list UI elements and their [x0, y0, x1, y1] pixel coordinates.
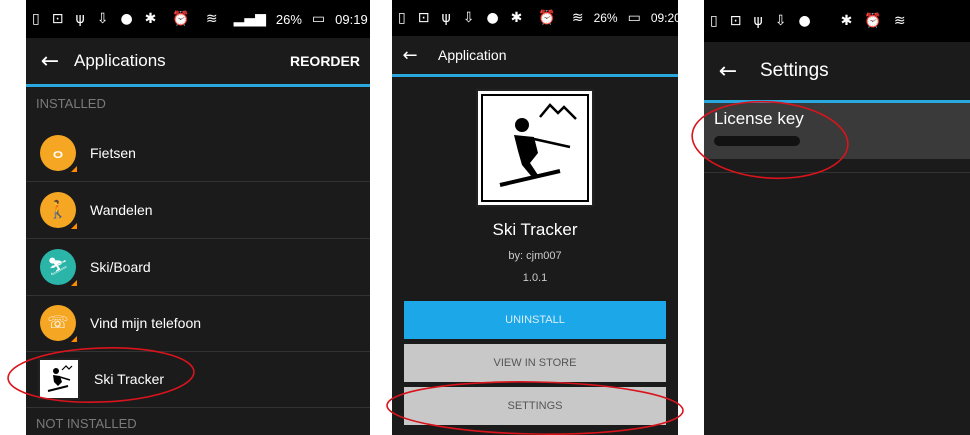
app-name: Ski Tracker [492, 220, 578, 239]
android-icon: ● [798, 13, 811, 29]
page-title: Applications [74, 51, 166, 70]
list-item-ski-tracker[interactable]: Ski Tracker [26, 351, 370, 408]
back-arrow-icon[interactable]: ← [26, 49, 74, 74]
row-divider [704, 172, 970, 173]
notification-icon: ▯ [32, 11, 40, 27]
battery-percent: 26% [593, 11, 618, 25]
app-label: Ski/Board [90, 259, 151, 275]
bluetooth-icon: ✱ [840, 13, 853, 29]
bluetooth-icon: ✱ [510, 10, 523, 26]
view-in-store-button[interactable]: VIEW IN STORE [404, 344, 666, 382]
toolbar-divider [26, 84, 370, 87]
back-arrow-icon[interactable]: ← [392, 45, 428, 66]
toolbar: ← Application [392, 36, 678, 74]
usb-icon: ψ [441, 10, 451, 26]
list-item-vind-mijn-telefoon[interactable]: ☏ Vind mijn telefoon [26, 295, 370, 352]
code-icon: ⊡ [729, 13, 742, 29]
alarm-icon: ⏰ [538, 10, 556, 26]
wifi-icon: ≋ [571, 10, 584, 26]
app-author: by: cjm007 [508, 250, 562, 262]
signal-icon: ▂▄▆ [233, 11, 266, 27]
wifi-icon: ≋ [893, 13, 906, 29]
toolbar: ← Settings [704, 42, 970, 100]
phone-application-detail: ▯ ⊡ ψ ⇩ ● ✱ ⏰ ≋ 26% ▭ 09:20 ← Applicatio… [392, 0, 678, 435]
phone-settings: ▯ ⊡ ψ ⇩ ● ✱ ⏰ ≋ ← Settings License key [704, 0, 970, 435]
list-item-wandelen[interactable]: 🚶 Wandelen [26, 182, 370, 239]
ski-tracker-icon [38, 358, 80, 400]
license-key-row[interactable]: License key [704, 103, 970, 159]
alarm-icon: ⏰ [172, 11, 190, 27]
walking-icon: 🚶 [40, 192, 77, 229]
wifi-icon: ≋ [205, 11, 218, 27]
back-arrow-icon[interactable]: ← [704, 59, 752, 84]
app-label: Vind mijn telefoon [90, 315, 202, 331]
code-icon: ⊡ [51, 11, 64, 27]
status-bar: ▯ ⊡ ψ ⇩ ● ✱ ⏰ ≋ [704, 0, 970, 42]
phone-icon: ☏ [40, 305, 77, 342]
uninstall-button[interactable]: UNINSTALL [404, 301, 666, 339]
not-installed-header: NOT INSTALLED [36, 416, 137, 431]
app-label: Ski Tracker [94, 371, 165, 387]
app-label: Wandelen [90, 202, 153, 218]
status-bar: ▯ ⊡ ψ ⇩ ● ✱ ⏰ ≋ ▂▄▆ 26% ▭ 09:19 [26, 0, 370, 38]
ski-board-icon: ⛷ [40, 249, 77, 286]
installed-header: INSTALLED [36, 96, 106, 111]
list-item-fietsen[interactable]: ⴰ Fietsen [26, 125, 370, 182]
code-icon: ⊡ [417, 10, 430, 26]
app-version: 1.0.1 [522, 272, 548, 284]
reorder-button[interactable]: REORDER [290, 53, 360, 69]
status-bar: ▯ ⊡ ψ ⇩ ● ✱ ⏰ ≋ 26% ▭ 09:20 [392, 0, 678, 36]
bicycle-icon: ⴰ [40, 135, 77, 172]
notification-icon: ▯ [398, 10, 406, 26]
list-item-ski-board[interactable]: ⛷ Ski/Board [26, 239, 370, 296]
battery-percent: 26% [275, 11, 302, 27]
toolbar: ← Applications REORDER [26, 38, 370, 84]
usb-icon: ψ [753, 13, 763, 29]
battery-icon: ▭ [311, 11, 326, 27]
license-key-value-redacted [714, 136, 800, 146]
settings-button[interactable]: SETTINGS [404, 387, 666, 425]
license-key-label: License key [714, 109, 804, 128]
battery-icon: ▭ [627, 10, 641, 26]
page-title: Settings [760, 60, 829, 81]
app-large-icon [476, 89, 594, 207]
app-label: Fietsen [90, 145, 136, 161]
clock: 09:19 [335, 11, 368, 27]
download-icon: ⇩ [96, 11, 109, 27]
bluetooth-icon: ✱ [144, 11, 157, 27]
clock: 09:20 [650, 11, 678, 25]
alarm-icon: ⏰ [864, 13, 882, 29]
download-icon: ⇩ [774, 13, 787, 29]
download-icon: ⇩ [462, 10, 475, 26]
phone-applications: ▯ ⊡ ψ ⇩ ● ✱ ⏰ ≋ ▂▄▆ 26% ▭ 09:19 ← Applic… [26, 0, 370, 435]
page-title: Application [438, 47, 507, 63]
android-icon: ● [120, 11, 133, 27]
usb-icon: ψ [75, 11, 85, 27]
android-icon: ● [486, 10, 499, 26]
notification-icon: ▯ [710, 13, 718, 29]
toolbar-divider [392, 74, 678, 77]
